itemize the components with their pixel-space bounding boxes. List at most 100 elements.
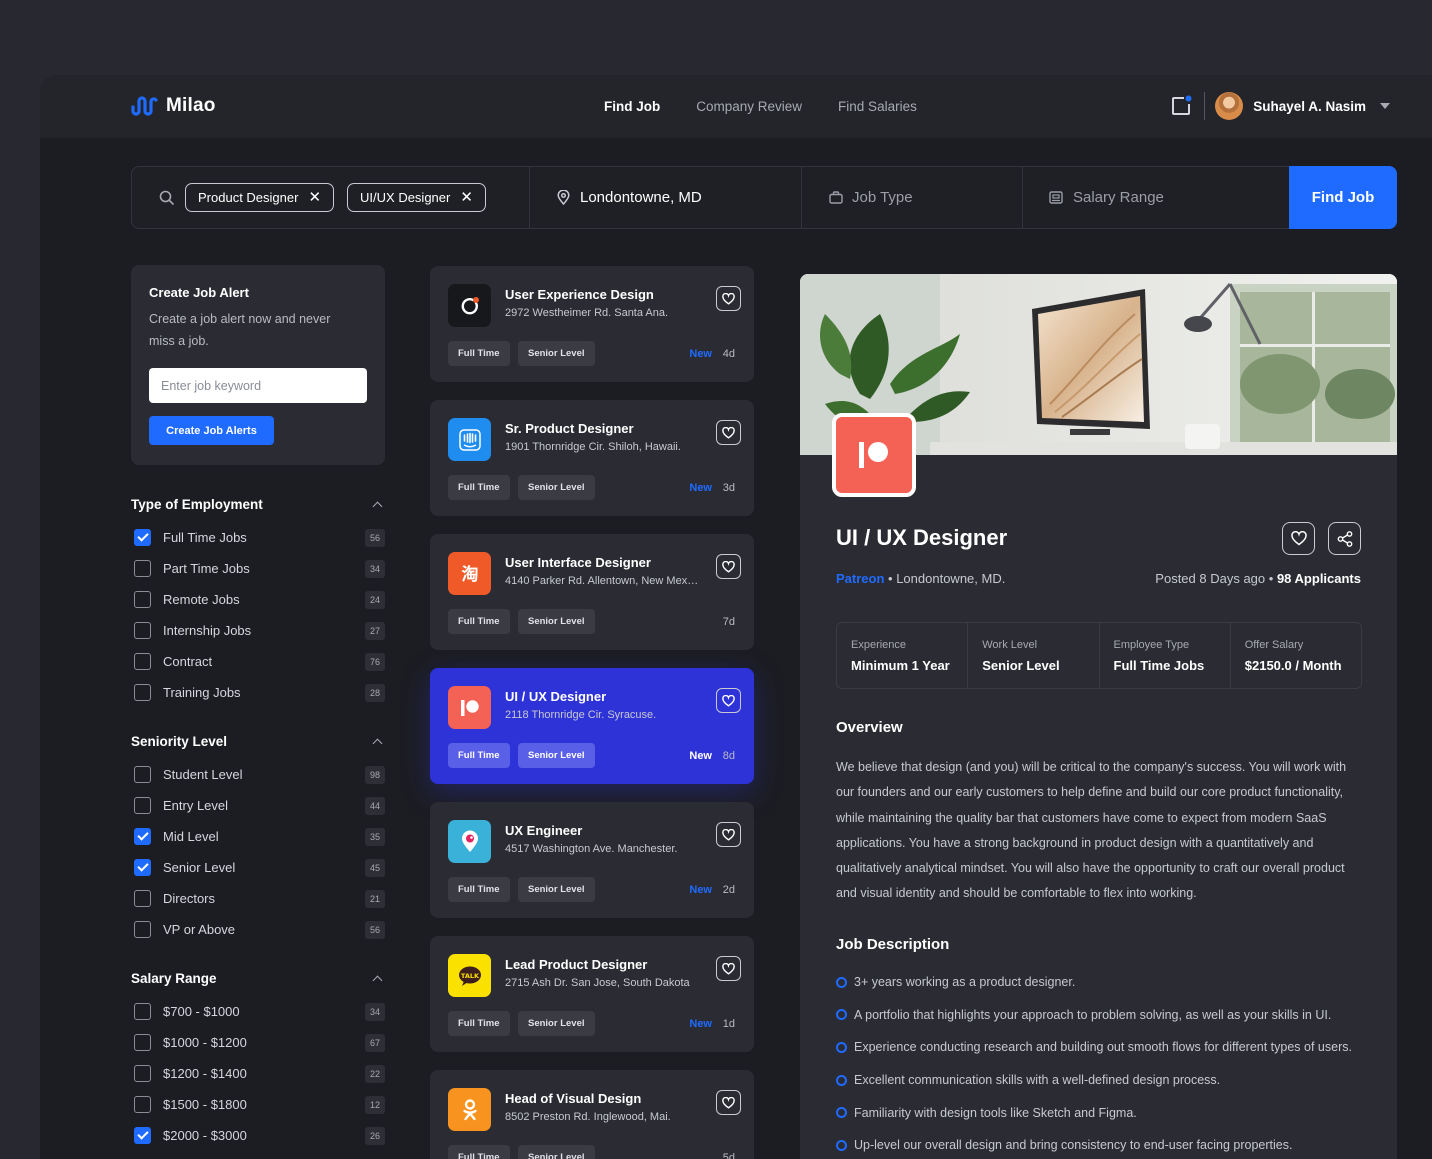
company-logo	[448, 820, 491, 863]
job-company-location: Patreon • Londontowne, MD.	[836, 571, 1005, 586]
job-tag: Full Time	[448, 1145, 510, 1159]
checkbox[interactable]	[134, 529, 151, 546]
save-job-button[interactable]	[716, 1090, 741, 1115]
job-type-placeholder: Job Type	[852, 189, 913, 206]
job-card[interactable]: UI / UX Designer 2118 Thornridge Cir. Syr…	[430, 668, 754, 784]
separator-dot: •	[888, 571, 897, 586]
company-name-link[interactable]: Patreon	[836, 571, 884, 586]
job-card[interactable]: UX Engineer 4517 Washington Ave. Manchest…	[430, 802, 754, 918]
checkbox[interactable]	[134, 1003, 151, 1020]
checkbox[interactable]	[134, 890, 151, 907]
save-job-button[interactable]	[1282, 522, 1315, 555]
filter-option-label: Full Time Jobs	[163, 530, 247, 545]
filter-option-count: 44	[365, 796, 385, 815]
user-name[interactable]: Suhayel A. Nasim	[1253, 99, 1366, 114]
svg-text:TALK: TALK	[460, 972, 479, 980]
avatar[interactable]	[1215, 92, 1244, 120]
job-card[interactable]: Sr. Product Designer 1901 Thornridge Cir.…	[430, 400, 754, 516]
checkbox[interactable]	[134, 766, 151, 783]
job-type-segment[interactable]: Job Type	[829, 167, 913, 228]
checkbox[interactable]	[134, 591, 151, 608]
checkbox[interactable]	[134, 1065, 151, 1082]
save-job-button[interactable]	[716, 286, 741, 311]
keyword-chip[interactable]: Product Designer ✕	[185, 183, 335, 212]
filter-option-label: Entry Level	[163, 798, 229, 813]
share-job-button[interactable]	[1328, 522, 1361, 555]
filter-option[interactable]: VP or Above 56	[131, 914, 385, 945]
filter-group-header[interactable]: Salary Range	[131, 968, 385, 988]
filter-option[interactable]: Mid Level 35	[131, 821, 385, 852]
checkbox[interactable]	[134, 828, 151, 845]
nav-find-salaries[interactable]: Find Salaries	[838, 99, 917, 114]
job-description-heading: Job Description	[836, 936, 950, 953]
save-job-button[interactable]	[716, 420, 741, 445]
filter-option[interactable]: Training Jobs 28	[131, 677, 385, 708]
checkbox[interactable]	[134, 921, 151, 938]
stat-experience: Experience Minimum 1 Year	[837, 623, 969, 688]
checkbox[interactable]	[134, 684, 151, 701]
save-job-button[interactable]	[716, 956, 741, 981]
job-card[interactable]: TALK Lead Product Designer 2715 Ash Dr. Sa…	[430, 936, 754, 1052]
find-job-button[interactable]: Find Job	[1289, 166, 1397, 229]
nav-find-job[interactable]: Find Job	[604, 99, 660, 114]
filter-option[interactable]: $1000 - $1200 67	[131, 1027, 385, 1058]
salary-segment[interactable]: Salary Range	[1049, 167, 1164, 228]
job-tag: Full Time	[448, 341, 510, 366]
job-card[interactable]: 淘 User Interface Designer 4140 Parker Rd. …	[430, 534, 754, 650]
filter-option[interactable]: Full Time Jobs 56	[131, 522, 385, 553]
close-icon[interactable]: ✕	[460, 190, 473, 205]
job-card-address: 4140 Parker Rd. Allentown, New Mexico	[505, 575, 700, 587]
checkbox[interactable]	[134, 653, 151, 670]
filter-option[interactable]: Entry Level 44	[131, 790, 385, 821]
save-job-button[interactable]	[716, 554, 741, 579]
header-divider	[1204, 92, 1206, 120]
checkbox[interactable]	[134, 859, 151, 876]
filter-option[interactable]: $1200 - $1400 22	[131, 1058, 385, 1089]
job-card-title: User Experience Design	[505, 287, 654, 302]
filter-option[interactable]: Directors 21	[131, 883, 385, 914]
chevron-up-icon[interactable]	[372, 975, 383, 985]
intercom-icon	[458, 428, 481, 451]
save-job-button[interactable]	[716, 822, 741, 847]
job-keyword-input[interactable]	[149, 368, 367, 403]
chevron-up-icon[interactable]	[372, 738, 383, 748]
filter-option[interactable]: Part Time Jobs 34	[131, 553, 385, 584]
save-job-button[interactable]	[716, 688, 741, 713]
description-item-text: Up-level our overall design and bring co…	[854, 1138, 1293, 1153]
job-card[interactable]: User Experience Design 2972 Westheimer Rd…	[430, 266, 754, 382]
job-age: 7d	[722, 616, 735, 628]
filter-option[interactable]: Internship Jobs 27	[131, 615, 385, 646]
checkbox[interactable]	[134, 560, 151, 577]
filter-option[interactable]: $2000 - $3000 26	[131, 1120, 385, 1151]
chevron-down-icon[interactable]	[1380, 103, 1390, 109]
nav-company-review[interactable]: Company Review	[696, 99, 802, 114]
filter-group-header[interactable]: Seniority Level	[131, 731, 385, 751]
keyword-segment[interactable]: Product Designer ✕ UI/UX Designer ✕	[159, 167, 499, 228]
checkbox[interactable]	[134, 1127, 151, 1144]
filter-group: Seniority Level Student Level 98 Entry Leve…	[131, 731, 385, 945]
filter-option[interactable]: Senior Level 45	[131, 852, 385, 883]
notification-icon[interactable]	[1170, 95, 1192, 117]
create-job-alerts-button[interactable]: Create Job Alerts	[149, 416, 274, 445]
checkbox[interactable]	[134, 622, 151, 639]
odnoklassniki-icon	[460, 1098, 480, 1122]
job-card-address: 1901 Thornridge Cir. Shiloh, Hawaii.	[505, 441, 681, 453]
close-icon[interactable]: ✕	[308, 190, 321, 205]
filter-option[interactable]: $1500 - $1800 12	[131, 1089, 385, 1120]
checkbox[interactable]	[134, 1096, 151, 1113]
checkbox[interactable]	[134, 1034, 151, 1051]
filter-option[interactable]: Student Level 98	[131, 759, 385, 790]
filter-option[interactable]: $700 - $1000 34	[131, 996, 385, 1027]
chevron-up-icon[interactable]	[372, 501, 383, 511]
checkbox[interactable]	[134, 797, 151, 814]
job-card[interactable]: Head of Visual Design 8502 Preston Rd. In…	[430, 1070, 754, 1159]
filter-option-count: 24	[365, 590, 385, 609]
filter-option[interactable]: Remote Jobs 24	[131, 584, 385, 615]
filter-option[interactable]: Contract 76	[131, 646, 385, 677]
app-logo[interactable]: Milao	[131, 95, 216, 117]
description-item-text: A portfolio that highlights your approac…	[854, 1007, 1332, 1022]
filter-group-header[interactable]: Type of Employment	[131, 494, 385, 514]
search-divider	[529, 167, 530, 228]
keyword-chip[interactable]: UI/UX Designer ✕	[347, 183, 486, 212]
location-segment[interactable]: Londontowne, MD	[557, 167, 702, 228]
